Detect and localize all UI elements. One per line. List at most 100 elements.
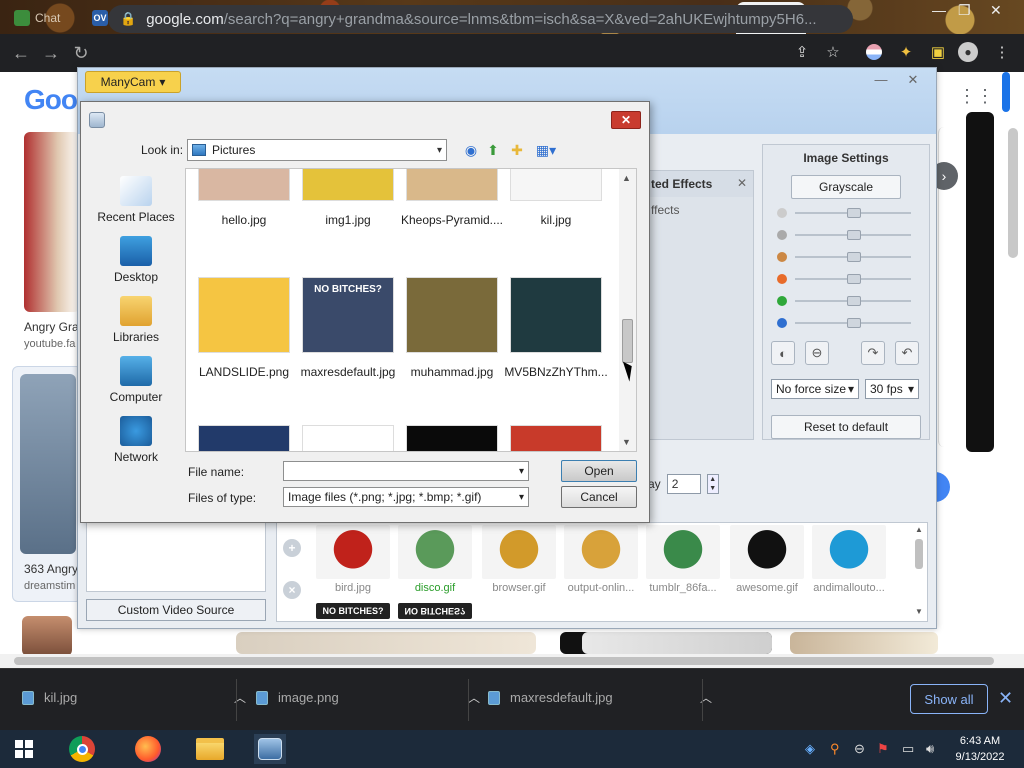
gallery-item[interactable]: bird.jpg [315,525,391,594]
image-adjust-slider[interactable] [777,317,917,329]
view-menu-icon[interactable]: ▦▾ [533,140,559,160]
file-item[interactable]: kil.jpg [504,169,608,227]
file-item[interactable]: LANDSLIDE.png [192,277,296,379]
browser-tab[interactable]: Chat [8,4,78,32]
gallery-item[interactable]: NO BITCHES? [315,603,391,619]
file-list-scrollbar[interactable]: ▲ ▼ [619,169,636,451]
grayscale-button[interactable]: Grayscale [791,175,901,199]
result-image-1[interactable] [24,132,80,312]
gallery-scrollbar[interactable]: ▲ ▼ [913,523,925,621]
slider-knob[interactable] [847,208,861,218]
network-icon[interactable]: ▭ [902,741,914,757]
gallery-item[interactable]: andimallouto... [811,525,887,594]
place-desktop[interactable]: Desktop [93,236,179,284]
gallery-item[interactable]: disco.gif [397,525,473,594]
avatar[interactable]: ● [958,42,978,62]
search-icon[interactable]: ⚲ [830,741,840,757]
manycam-minimize-button[interactable]: — [868,72,894,90]
show-all-button[interactable]: Show all [910,684,988,714]
close-icon[interactable]: ✕ [737,176,747,190]
reload-icon[interactable]: ↻ [66,43,96,64]
download-item[interactable]: kil.jpg ︿ [22,689,246,706]
image-adjust-slider[interactable] [777,295,917,307]
horizontal-scroll-thumb[interactable] [14,657,994,665]
profile-flag-icon[interactable] [864,42,884,62]
file-name-input[interactable]: ▾ [283,461,529,481]
slider-knob[interactable] [847,252,861,262]
rotate-right-icon[interactable]: ↷ [861,341,885,365]
up-folder-icon[interactable]: ⬆ [483,140,503,160]
gallery-item[interactable]: output-onlin... [563,525,639,594]
result-title-1[interactable]: Angry Gra [24,320,79,334]
slider-knob[interactable] [847,296,861,306]
image-adjust-slider[interactable] [777,207,917,219]
close-downloads-icon[interactable]: ✕ [998,688,1013,709]
download-item[interactable]: maxresdefault.jpg ︿ [488,689,712,706]
file-item[interactable] [400,425,504,451]
open-button[interactable]: Open [561,460,637,482]
result-title-2[interactable]: 363 Angry [24,562,78,576]
chrome-taskbar-icon[interactable] [66,734,98,764]
result-image-6[interactable] [582,632,772,654]
cancel-button[interactable]: Cancel [561,486,637,508]
minimize-window-button[interactable]: — [932,2,946,18]
file-item[interactable]: img1.jpg [296,169,400,227]
file-item[interactable] [296,425,400,451]
result-image-7[interactable] [790,632,938,654]
slider-knob[interactable] [847,230,861,240]
gallery-item[interactable]: awesome.gif [729,525,805,594]
reset-to-default-button[interactable]: Reset to default [771,415,921,439]
side-panel-icon[interactable]: ▣ [928,42,948,62]
download-item[interactable]: image.png ︿ [256,689,480,706]
image-adjust-slider[interactable] [777,273,917,285]
add-media-icon[interactable]: + [283,539,301,557]
firefox-taskbar-icon[interactable] [132,734,164,764]
slider-knob[interactable] [847,274,861,284]
look-in-select[interactable]: Pictures ▾ [187,139,447,161]
taskbar-clock[interactable]: 6:43 AM 9/13/2022 [950,733,1010,765]
custom-video-source-button[interactable]: Custom Video Source [86,599,266,621]
image-adjust-slider[interactable] [777,229,917,241]
back-arrow-icon[interactable]: ← [6,43,36,64]
rotate-left-icon[interactable]: ↶ [895,341,919,365]
start-windows-icon[interactable] [8,734,40,764]
page-scrollbar[interactable] [1008,128,1018,258]
gallery-item[interactable]: tumblr_86fa... [645,525,721,594]
force-size-select[interactable]: No force size ▾ [771,379,859,399]
menu-kebab-icon[interactable]: ⋮ [992,42,1012,62]
manycam-taskbar-icon[interactable] [254,734,286,764]
flip-icon[interactable]: ⊖ [805,341,829,365]
result-image-3[interactable] [22,616,72,656]
place-computer[interactable]: Computer [93,356,179,404]
gallery-item[interactable]: browser.gif [481,525,557,594]
place-recent-places[interactable]: Recent Places [93,176,179,224]
chevron-up-icon[interactable]: ︿ [468,689,480,706]
file-item[interactable]: MV5BNzZhYThm... [504,277,608,379]
horizontal-scrollbar[interactable] [0,654,1024,668]
file-item[interactable]: hello.jpg [192,169,296,227]
remove-media-icon[interactable]: × [283,581,301,599]
place-network[interactable]: Network [93,416,179,464]
file-item[interactable]: Kheops-Pyramid.... [400,169,504,227]
files-of-type-select[interactable]: Image files (*.png; *.jpg; *.bmp; *.gif)… [283,487,529,507]
new-folder-icon[interactable]: ✚ [507,140,527,160]
place-libraries[interactable]: Libraries [93,296,179,344]
close-window-button[interactable]: ✕ [990,2,1002,19]
delay-input[interactable]: 2 [666,474,701,494]
back-icon[interactable]: ◉ [461,140,481,160]
forward-arrow-icon[interactable]: → [36,43,66,64]
sync-icon[interactable]: ◈ [805,741,815,757]
fps-select[interactable]: 30 fps ▾ [865,379,919,399]
manycam-menu-button[interactable]: ManyCam ▾ [85,71,181,93]
extensions-icon[interactable]: ✦ [896,42,916,62]
bookmark-star-icon[interactable]: ☆ [823,42,843,62]
restore-window-button[interactable]: ❐ [958,2,971,19]
file-item[interactable] [192,425,296,451]
minus-circle-icon[interactable]: ⊖ [854,741,865,757]
file-explorer-taskbar-icon[interactable] [194,734,226,764]
image-adjust-slider[interactable] [777,251,917,263]
address-bar[interactable]: 🔒 google.com/search?q=angry+grandma&sour… [108,5,853,33]
manycam-close-button[interactable]: ✕ [900,72,926,90]
gallery-item[interactable]: NO BITCHES? [397,603,473,619]
volume-icon[interactable]: 🔊︎ [926,741,934,757]
